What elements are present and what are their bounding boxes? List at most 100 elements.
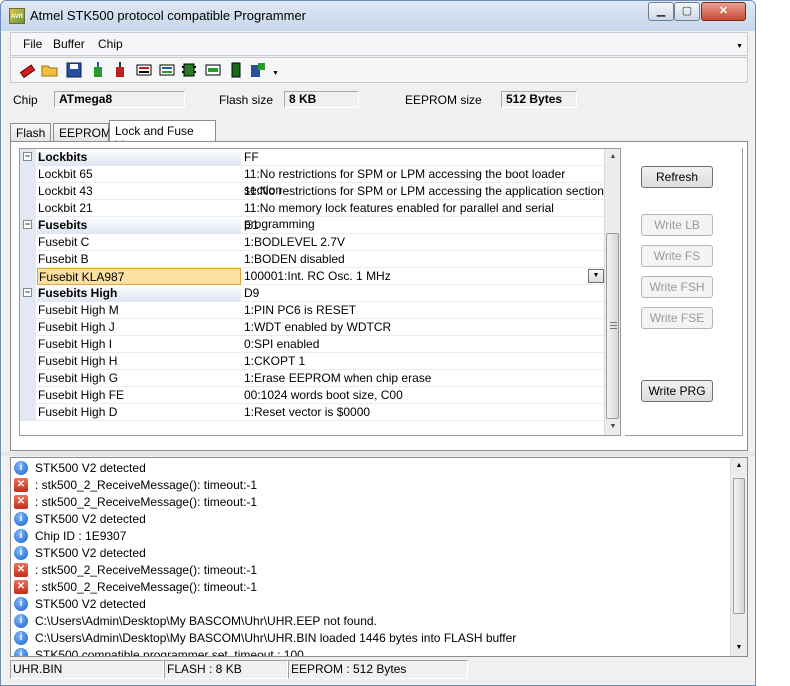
row-gutter bbox=[20, 336, 36, 353]
checksum-icon[interactable] bbox=[180, 61, 198, 79]
dropdown-arrow-icon[interactable]: ▼ bbox=[588, 269, 604, 283]
property-value[interactable]: 11:No restrictions for SPM or LPM access… bbox=[242, 166, 606, 197]
write-fse-button[interactable]: Write FSE bbox=[641, 307, 713, 329]
chip-icon[interactable] bbox=[227, 61, 245, 79]
grid-property-row[interactable]: Fusebit B 1:BODEN disabled bbox=[20, 251, 606, 268]
grid-property-row[interactable]: Fusebit KLA987 100001:Int. RC Osc. 1 MHz ▼ bbox=[20, 268, 606, 285]
menu-bar: File Buffer Chip ▼ bbox=[10, 32, 748, 56]
verify-icon[interactable] bbox=[158, 61, 176, 79]
row-gutter bbox=[20, 234, 36, 251]
identify-icon[interactable] bbox=[249, 61, 267, 79]
status-bar: UHR.BIN FLASH : 8 KB EEPROM : 512 Bytes bbox=[10, 660, 748, 680]
log-entry: Chip ID : 1E9307 bbox=[11, 528, 729, 545]
log-text: STK500 V2 detected bbox=[35, 546, 146, 560]
row-gutter bbox=[20, 404, 36, 421]
grid-category-row[interactable]: − Lockbits FF bbox=[20, 149, 606, 166]
maximize-button[interactable]: ▢ bbox=[674, 2, 700, 21]
eraser-icon[interactable] bbox=[19, 61, 37, 79]
menu-buffer[interactable]: Buffer bbox=[53, 37, 85, 51]
log-scrollbar[interactable]: ▲ ▼ bbox=[730, 458, 747, 656]
status-file: UHR.BIN bbox=[10, 660, 164, 679]
log-scroll-up-icon[interactable]: ▲ bbox=[731, 458, 747, 474]
write-chip-icon[interactable] bbox=[89, 61, 107, 79]
property-value[interactable]: 0:SPI enabled bbox=[242, 336, 606, 353]
property-value[interactable]: 100001:Int. RC Osc. 1 MHz bbox=[242, 268, 606, 285]
grid-category-row[interactable]: − Fusebits High D9 bbox=[20, 285, 606, 302]
memory-icon[interactable] bbox=[204, 61, 222, 79]
grid-property-row[interactable]: Fusebit High D 1:Reset vector is $0000 bbox=[20, 404, 606, 421]
flash-size-value: 8 KB bbox=[284, 91, 359, 108]
property-value[interactable]: 00:1024 words boot size, C00 bbox=[242, 387, 606, 404]
read-chip-icon[interactable] bbox=[111, 61, 129, 79]
log-entry: STK500 V2 detected bbox=[11, 545, 729, 562]
window-title: Atmel STK500 protocol compatible Program… bbox=[30, 8, 307, 23]
scroll-up-icon[interactable]: ▲ bbox=[605, 149, 620, 165]
menu-chip[interactable]: Chip bbox=[98, 37, 123, 51]
property-value[interactable]: 1:PIN PC6 is RESET bbox=[242, 302, 606, 319]
collapse-icon[interactable]: − bbox=[23, 288, 32, 297]
grid-property-row[interactable]: Fusebit High FE 00:1024 words boot size, … bbox=[20, 387, 606, 404]
property-name: Fusebit High FE bbox=[38, 388, 125, 402]
log-scroll-thumb[interactable] bbox=[733, 478, 745, 614]
save-icon[interactable] bbox=[65, 61, 83, 79]
toolbar-more-icon[interactable]: ▼ bbox=[272, 70, 279, 77]
property-value[interactable]: 1:BODEN disabled bbox=[242, 251, 606, 268]
property-value[interactable]: D9 bbox=[242, 285, 606, 302]
log-entry: STK500 compatible programmer set, timeou… bbox=[11, 647, 729, 657]
tab-lock-fuse-bits[interactable]: Lock and Fuse bits bbox=[109, 120, 216, 152]
lock-fuse-panel: Fusebit High D 1:Reset vector is $0000 Fus… bbox=[10, 141, 748, 451]
open-folder-icon[interactable] bbox=[41, 61, 59, 79]
close-button[interactable]: ✕ bbox=[701, 2, 746, 21]
collapse-icon[interactable]: − bbox=[23, 152, 32, 161]
program-icon[interactable] bbox=[135, 61, 153, 79]
tab-flash[interactable]: Flash bbox=[10, 123, 51, 142]
property-value[interactable]: 1:Reset vector is $0000 bbox=[242, 404, 606, 421]
property-value[interactable]: FF bbox=[242, 149, 606, 166]
pane-splitter[interactable] bbox=[1, 452, 755, 456]
property-name: Lockbits bbox=[37, 149, 241, 166]
grid-property-row[interactable]: Fusebit High H 1:CKOPT 1 bbox=[20, 353, 606, 370]
log-text: STK500 V2 detected bbox=[35, 512, 146, 526]
grid-property-row[interactable]: Fusebit High I 0:SPI enabled bbox=[20, 336, 606, 353]
info-icon bbox=[14, 461, 28, 475]
menu-file[interactable]: File bbox=[23, 37, 42, 51]
property-name: Fusebit High J bbox=[38, 320, 115, 334]
action-buttons: Refresh Write LB Write FS Write FSH Writ… bbox=[625, 148, 743, 436]
property-value[interactable]: 1:CKOPT 1 bbox=[242, 353, 606, 370]
write-lb-button[interactable]: Write LB bbox=[641, 214, 713, 236]
grid-property-row[interactable]: Fusebit High G 1:Erase EEPROM when chip e… bbox=[20, 370, 606, 387]
log-text: : stk500_2_ReceiveMessage(): timeout:-1 bbox=[35, 563, 258, 577]
chip-value: ATmega8 bbox=[54, 91, 185, 108]
grid-property-row[interactable]: Fusebit High M 1:PIN PC6 is RESET bbox=[20, 302, 606, 319]
row-gutter bbox=[20, 166, 36, 183]
write-fsh-button[interactable]: Write FSH bbox=[641, 276, 713, 298]
grid-scrollbar[interactable]: ▲ ▼ bbox=[604, 149, 620, 435]
info-icon bbox=[14, 631, 28, 645]
grid-property-row[interactable]: Lockbit 43 11:No restrictions for SPM or … bbox=[20, 183, 606, 200]
grid-property-row[interactable]: Lockbit 21 11:No memory lock features ena… bbox=[20, 200, 606, 231]
property-value[interactable]: 1:BODLEVEL 2.7V bbox=[242, 234, 606, 251]
refresh-button[interactable]: Refresh bbox=[641, 166, 713, 188]
log-scroll-down-icon[interactable]: ▼ bbox=[731, 640, 747, 656]
write-fs-button[interactable]: Write FS bbox=[641, 245, 713, 267]
grid-property-row[interactable]: Fusebit High J 1:WDT enabled by WDTCR bbox=[20, 319, 606, 336]
grid-property-row[interactable]: Fusebit C 1:BODLEVEL 2.7V bbox=[20, 234, 606, 251]
write-prg-button[interactable]: Write PRG bbox=[641, 380, 713, 402]
scroll-thumb[interactable] bbox=[606, 233, 619, 419]
flash-size-label: Flash size bbox=[219, 93, 274, 107]
scroll-down-icon[interactable]: ▼ bbox=[605, 419, 620, 435]
menu-overflow-icon[interactable]: ▼ bbox=[736, 43, 743, 50]
property-value[interactable]: 1:WDT enabled by WDTCR bbox=[242, 319, 606, 336]
log-entry: : stk500_2_ReceiveMessage(): timeout:-1 bbox=[11, 477, 729, 494]
property-value[interactable]: 1:Erase EEPROM when chip erase bbox=[242, 370, 606, 387]
info-icon bbox=[14, 597, 28, 611]
log-text: STK500 compatible programmer set, timeou… bbox=[35, 648, 304, 657]
property-name: Fusebit High M bbox=[38, 303, 119, 317]
tab-eeprom[interactable]: EEPROM bbox=[53, 123, 111, 142]
collapse-icon[interactable]: − bbox=[23, 220, 32, 229]
info-icon bbox=[14, 512, 28, 526]
property-value[interactable]: 11:No restrictions for SPM or LPM access… bbox=[242, 183, 606, 200]
minimize-button[interactable]: ▁ bbox=[648, 2, 674, 21]
property-value[interactable]: 11:No memory lock features enabled for p… bbox=[242, 200, 606, 231]
grid-property-row[interactable]: Lockbit 65 11:No restrictions for SPM or … bbox=[20, 166, 606, 197]
